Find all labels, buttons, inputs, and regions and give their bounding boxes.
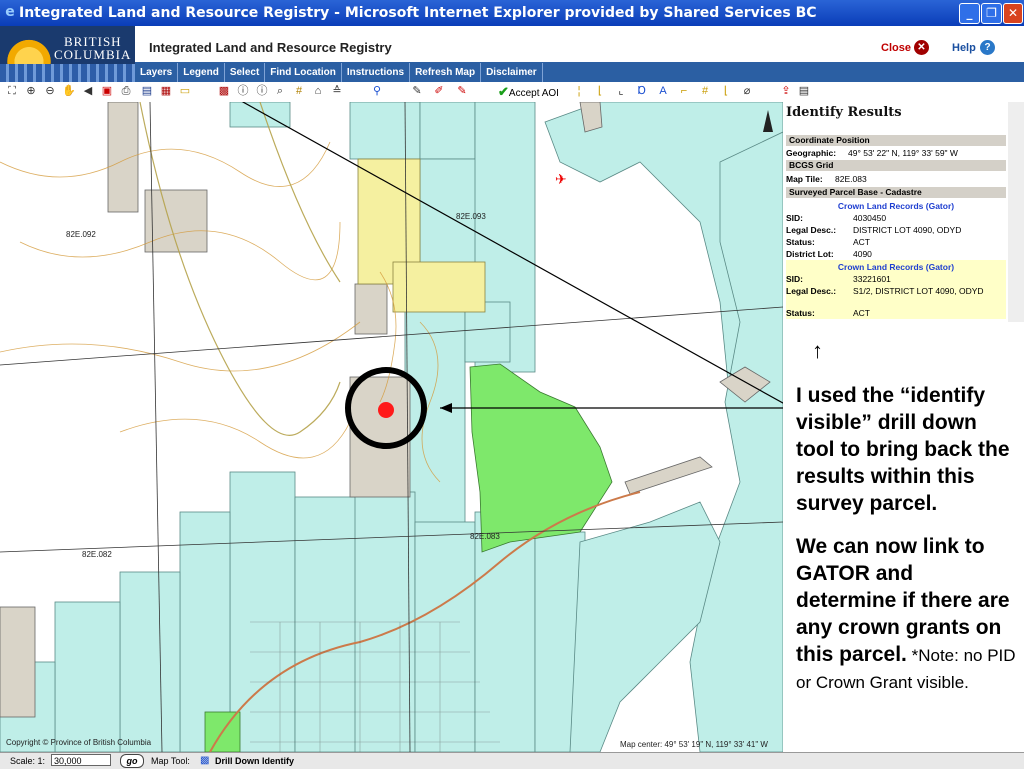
eraser-icon[interactable]: ✎: [455, 84, 469, 98]
pin-icon[interactable]: ⚲: [370, 84, 384, 98]
identify-title: Identify Results: [786, 105, 902, 120]
save-icon[interactable]: ▤: [140, 84, 154, 98]
menu-instructions[interactable]: Instructions: [342, 63, 411, 83]
map-graphics: ✈: [0, 102, 783, 752]
section-header: Surveyed Parcel Base - Cadastre: [786, 187, 1006, 198]
minimize-button[interactable]: _: [959, 3, 980, 24]
close-icon[interactable]: ✕: [914, 40, 929, 55]
full-extent-icon[interactable]: ⛶: [5, 84, 19, 98]
zoom-out-icon[interactable]: ⊖: [43, 84, 57, 98]
wave-graphic: [0, 64, 135, 82]
menu-select[interactable]: Select: [225, 63, 266, 83]
measure-icon[interactable]: ⌂: [311, 84, 325, 98]
section-header: Coordinate Position: [786, 135, 1006, 146]
export-icon[interactable]: ▦: [159, 84, 173, 98]
menu-bar: Layers Legend Select Find Location Instructi…: [135, 62, 1024, 83]
point-tool-icon[interactable]: ⌐: [677, 84, 691, 98]
check-icon: ✔: [498, 84, 509, 99]
scale-label: Scale: 1:: [10, 756, 46, 766]
help-icon[interactable]: ?: [980, 40, 995, 55]
pan-icon[interactable]: ✋: [62, 84, 76, 98]
text-tool-icon[interactable]: Ɒ: [635, 84, 649, 98]
drill-down-identify-icon[interactable]: ▩: [217, 84, 231, 98]
map-tile-label: 82E.082: [82, 550, 112, 559]
go-button[interactable]: go: [120, 754, 144, 768]
buffer-tool-icon[interactable]: ⌊: [719, 84, 733, 98]
status-bar: Scale: 1: Map Tool: ▩ Drill Down Identif…: [0, 752, 1024, 769]
help-link[interactable]: Help: [952, 42, 976, 54]
layer-icon[interactable]: ≙: [330, 84, 344, 98]
section-header: BCGS Grid: [786, 160, 1006, 171]
close-link[interactable]: Close: [881, 42, 911, 54]
identify-icon[interactable]: ⓘ: [236, 84, 250, 98]
window-titlebar: e Integrated Land and Resource Registry …: [0, 0, 1024, 26]
line-tool-icon[interactable]: ¦: [572, 84, 586, 98]
clear-tool-icon[interactable]: ⌀: [740, 84, 754, 98]
svg-text:✈: ✈: [555, 172, 567, 188]
bc-logo: BRITISH COLUMBIA: [0, 26, 135, 82]
rect-tool-icon[interactable]: ⌞: [614, 84, 628, 98]
print-icon[interactable]: ⎙: [119, 84, 133, 98]
map-tool-label: Map Tool:: [151, 756, 190, 766]
accept-aoi-button[interactable]: ✔Accept AOI: [498, 84, 559, 100]
map-tool-value: Drill Down Identify: [215, 756, 295, 766]
menu-legend[interactable]: Legend: [178, 63, 225, 83]
menu-find-location[interactable]: Find Location: [265, 63, 342, 83]
hash-tool-icon[interactable]: #: [698, 84, 712, 98]
app-title: Integrated Land and Resource Registry: [149, 40, 392, 55]
menu-disclaimer[interactable]: Disclaimer: [481, 63, 543, 83]
maximize-button[interactable]: ❐: [981, 3, 1002, 24]
corner-tool-icon[interactable]: ⌊: [593, 84, 607, 98]
gator-link[interactable]: Crown Land Records (Gator): [786, 262, 1006, 272]
window-title: Integrated Land and Resource Registry - …: [19, 5, 817, 21]
drill-down-icon: ▩: [200, 755, 210, 766]
map-tile-label: 82E.092: [66, 230, 96, 239]
bookmark-icon[interactable]: ▣: [100, 84, 114, 98]
ie-icon: e: [5, 4, 15, 20]
map-center-readout: Map center: 49° 53' 19" N, 119° 33' 41" …: [620, 740, 768, 749]
map-canvas[interactable]: ✈ 82E.092 82E.093 82E.082 82E.083: [0, 102, 783, 752]
upload-icon[interactable]: ⇪: [779, 84, 793, 98]
draw-pencil-icon[interactable]: ✎: [410, 84, 424, 98]
zoom-in-icon[interactable]: ⊕: [24, 84, 38, 98]
annotation-text-1: I used the “identify visible” drill down…: [796, 384, 1010, 515]
close-window-button[interactable]: ✕: [1003, 3, 1023, 24]
map-tile-label: 82E.093: [456, 212, 486, 221]
map-copyright: Copyright © Province of British Columbia: [6, 738, 152, 747]
scale-input[interactable]: 30,000: [51, 754, 111, 766]
menu-refresh-map[interactable]: Refresh Map: [410, 63, 482, 83]
menu-layers[interactable]: Layers: [135, 63, 179, 83]
document-icon[interactable]: ▤: [797, 84, 811, 98]
annotation-text-2: We can now link to GATOR and determine i…: [796, 535, 1016, 692]
grid-icon[interactable]: #: [292, 84, 306, 98]
label-tool-icon[interactable]: A: [656, 84, 670, 98]
info-icon[interactable]: ⓘ: [255, 84, 269, 98]
map-tile-label: 82E.083: [470, 532, 500, 541]
back-icon[interactable]: ◀: [81, 84, 95, 98]
draw-polygon-icon[interactable]: ✐: [432, 84, 446, 98]
find-icon[interactable]: ⌕: [273, 84, 287, 98]
panel-scrollbar[interactable]: [1008, 102, 1024, 322]
open-folder-icon[interactable]: ▭: [178, 84, 192, 98]
up-arrow-icon: ↑: [812, 338, 823, 363]
gator-link[interactable]: Crown Land Records (Gator): [786, 201, 1006, 211]
